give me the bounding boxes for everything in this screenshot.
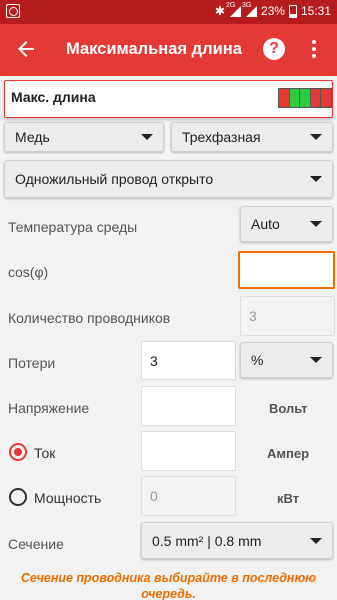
calculation-header: Макс. длина <box>4 80 333 118</box>
status-indicator <box>278 88 332 108</box>
chevron-down-icon <box>310 134 322 140</box>
power-label: Мощность <box>34 490 102 506</box>
page-title: Максимальная длина <box>66 40 242 58</box>
back-arrow-icon[interactable] <box>14 37 38 61</box>
conductors-input[interactable]: 3 <box>240 296 335 336</box>
material-select[interactable]: Медь <box>4 122 164 152</box>
section-label: Сечение <box>8 536 64 552</box>
chevron-down-icon <box>310 537 322 544</box>
battery-icon <box>288 4 297 18</box>
current-radio[interactable] <box>9 443 27 461</box>
losses-label: Потери <box>8 355 56 371</box>
signal-2g-icon: 2G <box>226 2 241 17</box>
chevron-down-icon <box>310 357 322 363</box>
indicator-segment <box>310 89 322 107</box>
bluetooth-icon: ✱ <box>214 4 225 18</box>
indicator-segment <box>279 89 290 107</box>
voltage-label: Напряжение <box>8 400 90 416</box>
losses-input[interactable]: 3 <box>141 341 236 380</box>
chevron-down-icon <box>310 176 322 182</box>
power-input[interactable]: 0 <box>141 476 236 516</box>
voltage-unit: Вольт <box>269 401 308 416</box>
cable-type-select[interactable]: Одножильный провод открыто <box>4 160 333 198</box>
section-value: 0.5 mm² | 0.8 mm <box>152 532 262 549</box>
temperature-value: Auto <box>251 216 280 232</box>
material-select-value: Медь <box>15 129 50 145</box>
hint-note: Сечение проводника выбирайте в последнюю… <box>20 571 317 600</box>
battery-percent: 23% <box>260 4 285 18</box>
status-icons: ✱ 2G 3G 23% 15:31 <box>214 2 331 19</box>
chevron-down-icon <box>310 221 322 227</box>
conductors-label: Количество проводников <box>8 310 171 326</box>
indicator-segment <box>300 89 311 107</box>
current-unit: Ампер <box>267 446 310 461</box>
current-label: Ток <box>34 445 56 461</box>
indicator-segment <box>321 89 331 107</box>
clock: 15:31 <box>300 4 331 18</box>
chevron-down-icon <box>141 134 153 140</box>
phase-select-value: Трехфазная <box>182 129 261 145</box>
phase-select[interactable]: Трехфазная <box>171 122 333 152</box>
status-bar: ✱ 2G 3G 23% 15:31 <box>0 0 337 24</box>
app-notification-icon <box>6 4 20 18</box>
overflow-menu-icon[interactable] <box>310 40 318 60</box>
indicator-segment <box>289 89 301 107</box>
temperature-label: Температура среды <box>8 219 138 235</box>
cos-phi-input[interactable] <box>238 251 335 289</box>
signal-3g-icon: 3G <box>242 2 257 17</box>
losses-unit-select[interactable]: % <box>240 342 333 378</box>
voltage-input[interactable] <box>141 386 236 426</box>
app-bar: Максимальная длина ? <box>0 24 337 76</box>
current-input[interactable] <box>141 431 236 471</box>
cos-phi-label: cos(φ) <box>8 264 49 280</box>
calculation-title: Макс. длина <box>11 89 96 105</box>
temperature-select[interactable]: Auto <box>240 206 333 242</box>
power-unit: кВт <box>277 491 300 506</box>
losses-unit-value: % <box>251 352 264 368</box>
cable-type-value: Одножильный провод открыто <box>15 171 214 187</box>
section-select[interactable]: 0.5 mm² | 0.8 mm <box>141 522 333 559</box>
power-radio[interactable] <box>9 488 27 506</box>
help-icon[interactable]: ? <box>263 38 285 60</box>
